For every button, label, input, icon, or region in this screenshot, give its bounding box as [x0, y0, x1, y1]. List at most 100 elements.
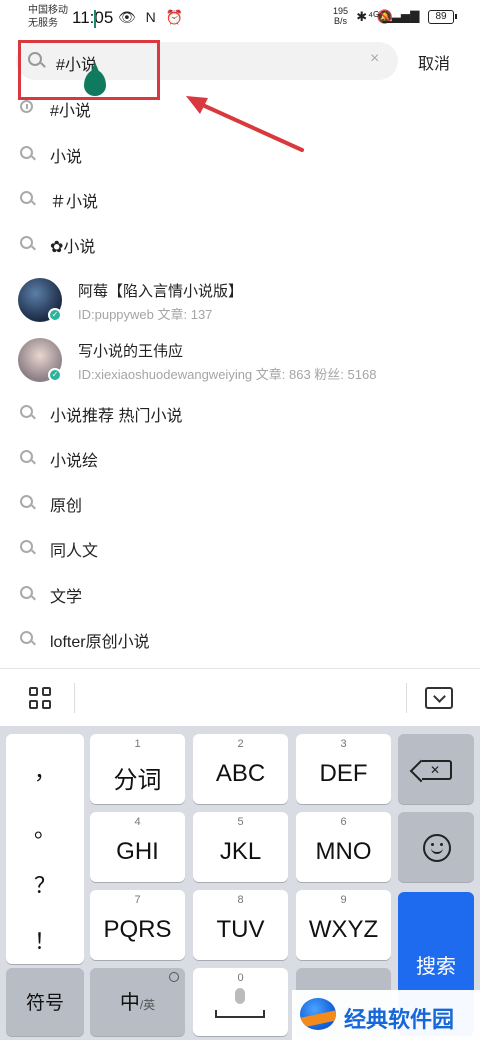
search-icon: [20, 495, 33, 508]
search-icon: [20, 405, 33, 418]
key-label: ABC: [215, 760, 266, 787]
punctuation-key[interactable]: 。: [6, 812, 84, 844]
key-9[interactable]: 9 WXYZ: [296, 890, 391, 960]
punctuation-key[interactable]: ，: [6, 754, 84, 786]
suggestion-text: 文学: [50, 589, 83, 606]
user-name: 阿莓【陷入言情小说版】: [78, 283, 244, 300]
user-result[interactable]: ✓ 阿莓【陷入言情小说版】 ID:puppyweb 文章: 137: [0, 274, 480, 330]
suggestion-item[interactable]: 同人文: [0, 528, 480, 568]
search-submit-label: 搜索: [416, 956, 456, 978]
punctuation-key[interactable]: ？: [6, 868, 84, 900]
suggestion-text: ✿小说: [50, 239, 96, 256]
text-caret: [94, 10, 96, 28]
key-number: 1: [134, 738, 141, 750]
key-4[interactable]: 4 GHI: [90, 812, 185, 882]
punctuation-key[interactable]: ！: [6, 924, 84, 956]
network-speed-value: 195: [333, 6, 349, 16]
suggestion-item[interactable]: lofter原创小说: [0, 619, 480, 659]
suggestion-item[interactable]: 文学: [0, 574, 480, 614]
carrier-status: 无服务: [28, 18, 58, 29]
suggestion-item[interactable]: 小说推荐 热门小说: [0, 393, 480, 433]
suggestion-text: #小说: [50, 103, 91, 120]
key-label: GHI: [116, 838, 159, 865]
key-label: DEF: [319, 760, 368, 787]
cancel-button[interactable]: 取消: [418, 50, 450, 74]
key-1[interactable]: 1 分词: [90, 734, 185, 804]
user-meta: ID:xiexiaoshuodewangweiying 文章: 863 粉丝: …: [78, 367, 377, 382]
punctuation-column[interactable]: ， 。 ？ ！: [6, 734, 84, 964]
language-switch-button[interactable]: 中/英: [90, 968, 185, 1036]
suggestion-item[interactable]: ＃小说: [0, 179, 480, 219]
watermark-logo-icon: [300, 998, 336, 1030]
key-number: 7: [134, 894, 141, 906]
backspace-button[interactable]: [398, 734, 474, 804]
toolbar-divider: [406, 683, 407, 713]
status-icons-left: 👁 N ⏰: [118, 9, 187, 25]
verified-badge-icon: ✓: [48, 308, 62, 322]
lang-alt-label: /英: [139, 998, 156, 1012]
suggestion-item[interactable]: 小说绘: [0, 438, 480, 478]
symbol-label: 符号: [25, 993, 64, 1014]
key-number: 4: [134, 816, 141, 828]
key-2[interactable]: 2 ABC: [193, 734, 288, 804]
suggestion-text: 小说: [50, 149, 83, 166]
key-number: 5: [237, 816, 244, 828]
search-icon: [20, 450, 33, 463]
key-8[interactable]: 8 TUV: [193, 890, 288, 960]
user-meta: ID:puppyweb 文章: 137: [78, 307, 213, 322]
key-7[interactable]: 7 PQRS: [90, 890, 185, 960]
globe-icon: [169, 972, 179, 982]
user-result[interactable]: ✓ 写小说的王伟应 ID:xiexiaoshuodewangweiying 文章…: [0, 334, 480, 390]
status-bar: 中国移动 无服务 11:05 👁 N ⏰ ✱ 🔕 195 B/s ⁴ᴳ ▁▃▅▇…: [0, 0, 480, 36]
search-icon: [20, 586, 33, 599]
clear-icon[interactable]: ×: [370, 50, 379, 68]
verified-badge-icon: ✓: [48, 368, 62, 382]
suggestion-item[interactable]: ✿小说: [0, 224, 480, 264]
suggestion-text: 小说绘: [50, 453, 99, 470]
suggestion-item[interactable]: 原创: [0, 483, 480, 523]
key-label: JKL: [219, 838, 262, 865]
key-label: MNO: [315, 838, 372, 865]
suggestion-text: 同人文: [50, 543, 99, 560]
keyboard-toolbar: [0, 668, 480, 726]
key-3[interactable]: 3 DEF: [296, 734, 391, 804]
key-number: 2: [237, 738, 244, 750]
battery-icon: 89: [428, 10, 457, 24]
suggestion-item[interactable]: #小说: [0, 88, 480, 128]
key-number: 8: [237, 894, 244, 906]
status-time: 11:05: [72, 8, 114, 27]
network-speed-unit: B/s: [334, 16, 348, 26]
search-icon: [20, 146, 33, 159]
key-number: 3: [340, 738, 347, 750]
signal-icon: ⁴ᴳ ▁▃▅▇: [368, 9, 420, 23]
suggestion-text: ＃小说: [50, 194, 99, 211]
key-5[interactable]: 5 JKL: [193, 812, 288, 882]
search-icon: [20, 540, 33, 553]
search-icon: [20, 631, 33, 644]
backspace-icon: [422, 760, 452, 780]
space-bar-icon: [215, 1010, 265, 1018]
suggestion-text: 小说推荐 热门小说: [50, 408, 183, 425]
key-label: 分词: [113, 767, 162, 794]
suggestion-item[interactable]: 小说: [0, 134, 480, 174]
collapse-keyboard-icon[interactable]: [425, 687, 453, 709]
toolbar-divider: [74, 683, 75, 713]
key-number: 6: [340, 816, 347, 828]
history-icon: [20, 100, 33, 113]
apps-grid-icon[interactable]: [29, 687, 51, 709]
watermark-text: 经典软件园: [344, 1007, 455, 1032]
emoji-button[interactable]: [398, 812, 474, 882]
watermark: 经典软件园: [292, 990, 480, 1040]
carrier-name: 中国移动: [28, 5, 68, 16]
user-name: 写小说的王伟应: [78, 343, 184, 360]
key-6[interactable]: 6 MNO: [296, 812, 391, 882]
key-label: TUV: [216, 916, 265, 943]
key-number: 9: [340, 894, 347, 906]
lang-main-label: 中: [119, 992, 140, 1014]
space-key[interactable]: 0: [193, 968, 288, 1036]
suggestion-text: lofter原创小说: [50, 634, 150, 651]
symbol-button[interactable]: 符号: [6, 968, 84, 1036]
suggestion-text: 原创: [50, 498, 83, 515]
search-icon: [20, 236, 33, 249]
key-label: PQRS: [103, 916, 172, 943]
